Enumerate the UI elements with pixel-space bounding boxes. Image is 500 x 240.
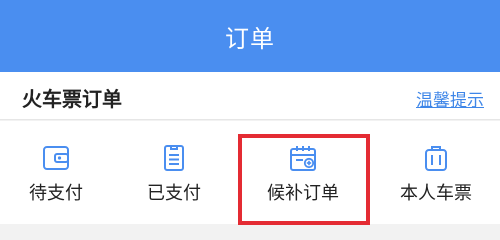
tab-paid[interactable]: 已支付 bbox=[118, 121, 230, 224]
highlight-box bbox=[238, 134, 370, 225]
train-ticket-orders-bar: 火车票订单 温馨提示 bbox=[0, 72, 500, 120]
tab-label: 已支付 bbox=[147, 183, 201, 204]
receipt-icon bbox=[164, 145, 184, 171]
tips-link[interactable]: 温馨提示 bbox=[416, 86, 484, 111]
tab-label: 本人车票 bbox=[400, 183, 472, 204]
wallet-icon bbox=[43, 146, 69, 170]
section-title: 火车票订单 bbox=[22, 87, 122, 111]
tab-label: 待支付 bbox=[29, 183, 83, 204]
page-title: 订单 bbox=[225, 24, 275, 53]
tab-my-tickets[interactable]: 本人车票 bbox=[376, 121, 496, 224]
app-header: 订单 bbox=[0, 0, 500, 72]
luggage-icon bbox=[425, 146, 447, 171]
tab-pending-payment[interactable]: 待支付 bbox=[0, 121, 112, 224]
